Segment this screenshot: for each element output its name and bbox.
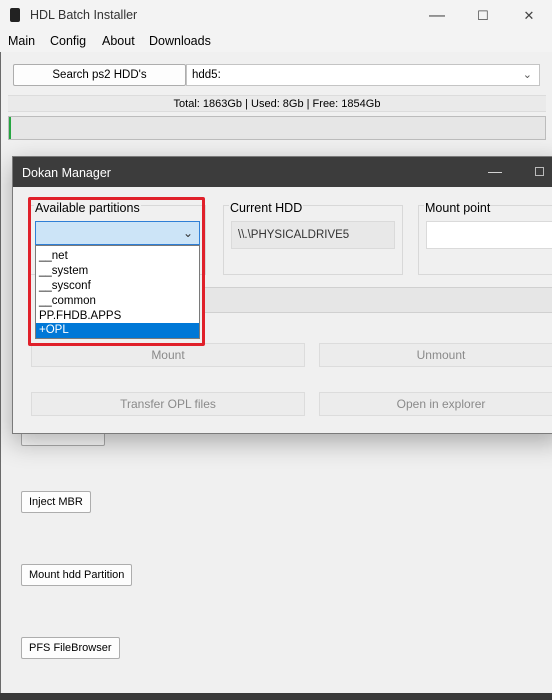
taskbar-edge: [0, 693, 552, 700]
pfs-filebrowser-button[interactable]: PFS FileBrowser: [21, 637, 120, 659]
mount-hdd-partition-button[interactable]: Mount hdd Partition: [21, 564, 133, 586]
dialog-maximize-icon[interactable]: [535, 167, 544, 176]
current-hdd-field: \\.\PHYSICALDRIVE5: [231, 221, 395, 249]
dialog-minimize-icon[interactable]: —: [488, 163, 502, 179]
progress-fill: [9, 117, 11, 139]
maximize-button[interactable]: ☐: [460, 0, 506, 32]
menu-main[interactable]: Main: [8, 34, 35, 48]
dialog-title: Dokan Manager: [22, 166, 111, 180]
progress-bar: [8, 116, 546, 140]
mount-point-field[interactable]: [426, 221, 552, 249]
app-icon: [10, 8, 20, 22]
current-hdd-label: Current HDD: [229, 201, 304, 215]
mount-point-label: Mount point: [424, 201, 492, 215]
open-in-explorer-button[interactable]: Open in explorer: [319, 392, 552, 416]
unmount-button[interactable]: Unmount: [319, 343, 552, 367]
dialog-divider: [203, 287, 552, 313]
inject-mbr-button[interactable]: Inject MBR: [21, 491, 91, 513]
search-hdd-button[interactable]: Search ps2 HDD's: [13, 64, 186, 86]
window-title: HDL Batch Installer: [30, 8, 138, 22]
chevron-down-icon: ⌄: [522, 69, 532, 81]
hdd-select[interactable]: hdd5: ⌄: [186, 64, 540, 86]
minimize-button[interactable]: —: [414, 0, 460, 32]
highlight-annotation: [28, 197, 205, 346]
transfer-opl-files-button[interactable]: Transfer OPL files: [31, 392, 305, 416]
window-border: [0, 0, 1, 700]
disk-usage-status: Total: 1863Gb | Used: 8Gb | Free: 1854Gb: [8, 95, 546, 112]
hdd-select-value: hdd5:: [192, 69, 221, 81]
close-button[interactable]: ✕: [506, 0, 552, 32]
menu-downloads[interactable]: Downloads: [149, 34, 211, 48]
mount-button[interactable]: Mount: [31, 343, 305, 367]
menu-about[interactable]: About: [102, 34, 135, 48]
menu-config[interactable]: Config: [50, 34, 86, 48]
